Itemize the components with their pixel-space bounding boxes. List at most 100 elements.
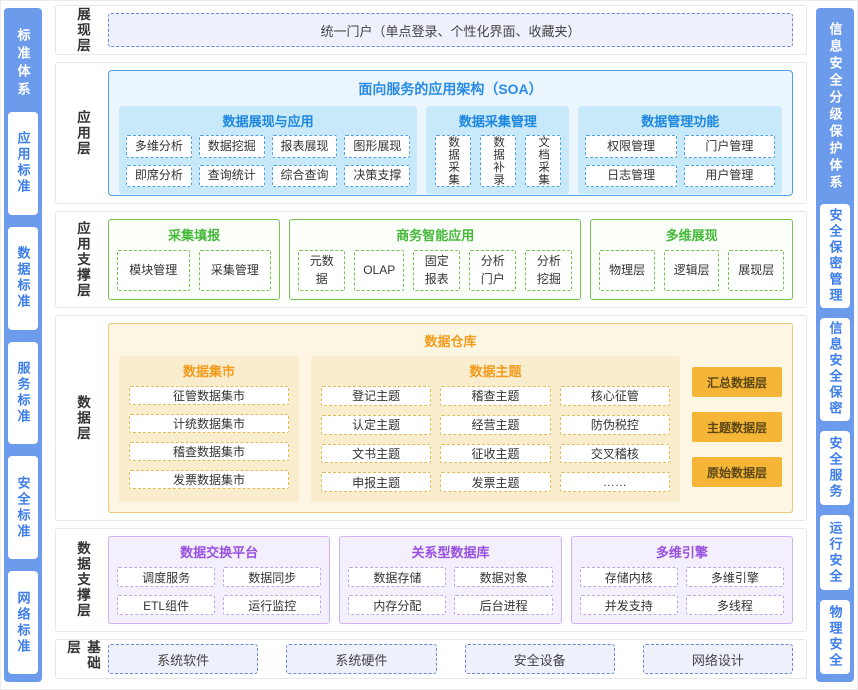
panel-data-subject: 数据主题 登记主题 稽查主题 核心征管 认定主题 经营主题 防伪税控 文书主题 … [311, 356, 680, 502]
node-data-sync: 数据同步 [223, 567, 321, 587]
panel-rdbms: 关系型数据库 数据存储 数据对象 内存分配 后台进程 [339, 536, 561, 624]
physical-security: 物理安全 [820, 600, 850, 674]
panel-title: 多维展现 [599, 223, 784, 250]
layer-row-data-support: 数据支撑层 数据交换平台 调度服务 数据同步 ETL组件 运行监控 关系型数据库… [55, 528, 807, 632]
standards-sidebar-boxes: 应用标准 数据标准 服务标准 安全标准 网络标准 [4, 100, 42, 682]
panel-title: 多维引擎 [580, 540, 784, 567]
node-subject-levy: 征收主题 [440, 444, 550, 464]
panel-title: 数据主题 [321, 358, 670, 386]
node-memory-alloc: 内存分配 [348, 595, 446, 615]
info-security-secrecy: 信息安全保密 [820, 318, 850, 422]
node-system-software: 系统软件 [108, 644, 258, 674]
node-portal-mgmt: 门户管理 [684, 135, 775, 158]
node-display-layer: 展现层 [728, 250, 784, 291]
panel-data-exchange: 数据交换平台 调度服务 数据同步 ETL组件 运行监控 [108, 536, 330, 624]
node-subject-register: 登记主题 [321, 386, 431, 406]
operation-security: 运行安全 [820, 515, 850, 589]
panel-title: 商务智能应用 [298, 223, 572, 250]
node-fapiao-mart: 发票数据集市 [129, 470, 289, 489]
node-storage-kernel: 存储内核 [580, 567, 678, 587]
node-schedule-service: 调度服务 [117, 567, 215, 587]
layer-label-presentation: 展现层 [56, 6, 108, 54]
node-decision-support: 决策支撑 [344, 165, 410, 188]
standard-security: 安全标准 [8, 456, 38, 559]
node-subject-operation: 经营主题 [440, 415, 550, 435]
panel-multidim-engine: 多维引擎 存储内核 多维引擎 并发支持 多线程 [571, 536, 793, 624]
node-analysis-mining: 分析挖掘 [525, 250, 572, 291]
panel-collect-fill: 采集填报 模块管理 采集管理 [108, 219, 280, 300]
data-warehouse-title: 数据仓库 [119, 328, 782, 356]
layers-column: 展现层 统一门户（单点登录、个性化界面、收藏夹） 应用层 面向服务的应用架构（S… [55, 5, 807, 679]
node-data-object: 数据对象 [454, 567, 552, 587]
node-log-mgmt: 日志管理 [585, 165, 676, 188]
node-module-mgmt: 模块管理 [117, 250, 190, 291]
node-security-device: 安全设备 [465, 644, 615, 674]
layer-row-presentation: 展现层 统一门户（单点登录、个性化界面、收藏夹） [55, 5, 807, 55]
layer-row-application: 应用层 面向服务的应用架构（SOA） 数据展现与应用 多维分析 数据挖掘 报表展… [55, 62, 807, 204]
node-raw-data-layer: 原始数据层 [692, 457, 782, 487]
node-user-mgmt: 用户管理 [684, 165, 775, 188]
node-multidim-engine: 多维引擎 [686, 567, 784, 587]
layer-label-data-support: 数据支撑层 [56, 529, 108, 631]
panel-title: 数据交换平台 [117, 540, 321, 567]
node-data-mining: 数据挖掘 [199, 135, 265, 158]
panel-title: 数据集市 [129, 358, 289, 386]
standard-app: 应用标准 [8, 112, 38, 215]
node-subject-document: 文书主题 [321, 444, 431, 464]
node-physical-layer: 物理层 [599, 250, 655, 291]
node-subject-more: …… [560, 472, 670, 492]
node-summary-data-layer: 汇总数据层 [692, 367, 782, 397]
node-system-hardware: 系统硬件 [286, 644, 436, 674]
node-subject-data-layer: 主题数据层 [692, 412, 782, 442]
node-subject-crosscheck: 交叉稽核 [560, 444, 670, 464]
node-jitong-mart: 计统数据集市 [129, 414, 289, 433]
node-data-storage: 数据存储 [348, 567, 446, 587]
node-metadata: 元数据 [298, 250, 345, 291]
layer-label-app-support: 应用支撑层 [56, 212, 108, 307]
standards-sidebar: 标准体系 应用标准 数据标准 服务标准 安全标准 网络标准 [4, 8, 42, 682]
node-doc-collect: 文档采集 [525, 135, 561, 187]
node-graphic-display: 图形展现 [344, 135, 410, 158]
unified-portal-node: 统一门户（单点登录、个性化界面、收藏夹） [108, 13, 793, 47]
node-permission-mgmt: 权限管理 [585, 135, 676, 158]
node-fixed-report: 固定报表 [413, 250, 460, 291]
node-multithread: 多线程 [686, 595, 784, 615]
standards-sidebar-title: 标准体系 [14, 8, 33, 100]
layer-row-data: 数据层 数据仓库 数据集市 征管数据集市 计统数据集市 稽查数据集市 发票数据集… [55, 315, 807, 521]
panel-title: 数据管理功能 [585, 109, 775, 135]
layer-row-app-support: 应用支撑层 采集填报 模块管理 采集管理 商务智能应用 元数据 OLAP 固定报… [55, 211, 807, 308]
node-network-design: 网络设计 [643, 644, 793, 674]
node-zhengguan-mart: 征管数据集市 [129, 386, 289, 405]
node-subject-core: 核心征管 [560, 386, 670, 406]
panel-multidim-display: 多维展现 物理层 逻辑层 展现层 [590, 219, 793, 300]
node-background-process: 后台进程 [454, 595, 552, 615]
node-multidim-analysis: 多维分析 [126, 135, 192, 158]
node-subject-invoice: 发票主题 [440, 472, 550, 492]
security-sidebar-title: 信息安全分级保护体系 [826, 8, 845, 192]
node-subject-identify: 认定主题 [321, 415, 431, 435]
node-etl-component: ETL组件 [117, 595, 215, 615]
node-data-collect: 数据采集 [435, 135, 471, 187]
node-composite-query: 综合查询 [272, 165, 338, 188]
panel-data-management: 数据管理功能 权限管理 门户管理 日志管理 用户管理 [578, 106, 782, 194]
layer-label-application: 应用层 [56, 63, 108, 203]
panel-title: 数据采集管理 [433, 109, 562, 135]
standard-data: 数据标准 [8, 227, 38, 330]
node-concurrency-support: 并发支持 [580, 595, 678, 615]
security-service: 安全服务 [820, 431, 850, 505]
soa-box: 面向服务的应用架构（SOA） 数据展现与应用 多维分析 数据挖掘 报表展现 图形… [108, 70, 793, 196]
node-report-display: 报表展现 [272, 135, 338, 158]
node-collect-mgmt: 采集管理 [199, 250, 272, 291]
node-jicha-mart: 稽查数据集市 [129, 442, 289, 461]
panel-data-presentation: 数据展现与应用 多维分析 数据挖掘 报表展现 图形展现 即席分析 查询统计 综合… [119, 106, 417, 194]
standard-network: 网络标准 [8, 571, 38, 674]
panel-bi-app: 商务智能应用 元数据 OLAP 固定报表 分析门户 分析挖掘 [289, 219, 581, 300]
node-data-supplement: 数据补录 [480, 135, 516, 187]
layer-label-data: 数据层 [56, 316, 108, 520]
node-subject-declare: 申报主题 [321, 472, 431, 492]
node-olap: OLAP [354, 250, 404, 291]
node-query-stats: 查询统计 [199, 165, 265, 188]
security-mgmt: 安全保密管理 [820, 204, 850, 308]
panel-title: 数据展现与应用 [126, 109, 410, 135]
node-adhoc-analysis: 即席分析 [126, 165, 192, 188]
